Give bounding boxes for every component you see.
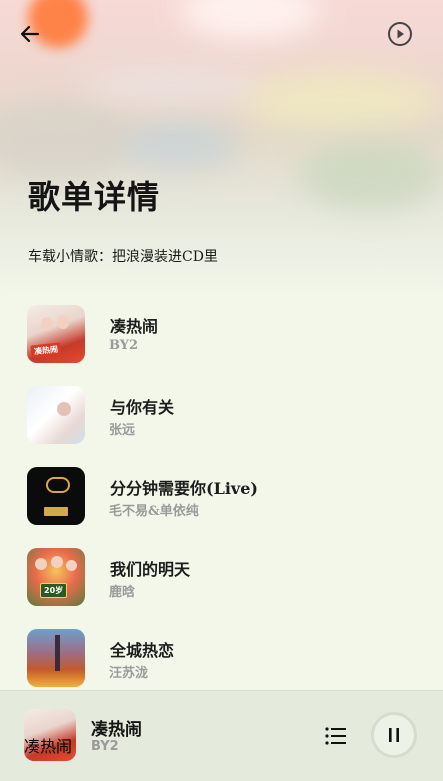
now-playing-artist: BY2	[91, 739, 119, 754]
song-artist: 鹿晗	[109, 585, 136, 600]
song-cover: 20岁	[27, 548, 85, 606]
song-list: 凑热闹 凑热闹 BY2 与你有关 张远 分分钟需要你(Live) 毛不易&单依纯…	[5, 292, 443, 690]
cover-blur-blob	[300, 140, 440, 210]
song-title: 全城热恋	[110, 641, 175, 660]
song-row-2[interactable]: 与你有关 张远	[5, 373, 443, 453]
cover-blur-blob	[0, 100, 140, 180]
song-cover	[27, 467, 85, 525]
song-cover	[27, 386, 85, 444]
song-artist: 毛不易&单依纯	[109, 504, 199, 519]
cover-blur-blob	[120, 120, 240, 170]
pause-icon	[389, 728, 399, 742]
back-button[interactable]	[14, 18, 46, 50]
song-row-3[interactable]: 分分钟需要你(Live) 毛不易&单依纯	[5, 454, 443, 534]
song-title: 我们的明天	[110, 560, 191, 579]
arrow-left-icon	[20, 25, 40, 43]
song-artist: BY2	[109, 338, 139, 353]
cover-blur-blob	[180, 0, 320, 40]
song-row-4[interactable]: 20岁 我们的明天 鹿晗	[5, 535, 443, 615]
song-title: 凑热闹	[110, 317, 159, 336]
song-row-1[interactable]: 凑热闹 凑热闹 BY2	[5, 292, 443, 372]
pause-button[interactable]	[371, 712, 417, 758]
song-title: 与你有关	[110, 398, 175, 417]
page-title: 歌单详情	[28, 178, 161, 216]
cover-blur-blob	[240, 70, 440, 130]
now-playing-cover: 凑热闹	[24, 709, 76, 761]
now-playing-bar[interactable]: 凑热闹 凑热闹 BY2	[0, 690, 443, 781]
song-row-5[interactable]: 全城热恋 汪苏泷	[5, 616, 443, 690]
queue-button[interactable]	[320, 721, 352, 751]
song-artist: 张远	[109, 423, 136, 438]
song-artist: 汪苏泷	[109, 666, 149, 681]
list-icon	[325, 727, 346, 745]
cover-blur-blob	[80, 70, 260, 100]
song-title: 分分钟需要你(Live)	[110, 479, 258, 498]
now-playing-title: 凑热闹	[91, 720, 142, 740]
play-all-button[interactable]	[384, 18, 416, 50]
play-circle-icon	[388, 22, 412, 46]
song-cover	[27, 629, 85, 687]
song-cover: 凑热闹	[27, 305, 85, 363]
playlist-name: 车载小情歌：把浪漫装进CD里	[28, 249, 218, 265]
